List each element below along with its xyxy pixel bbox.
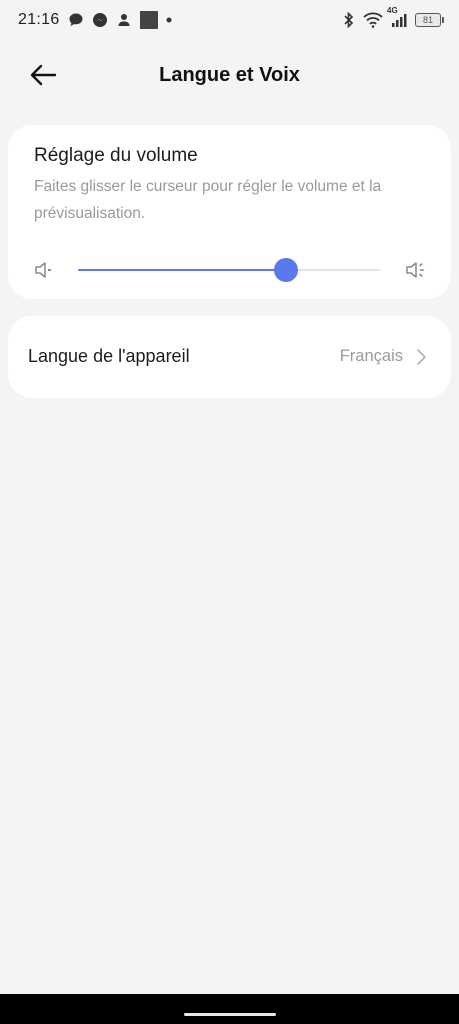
- screen: 21:16 4G 81 Langue et Voix Réglage du vo…: [0, 0, 459, 1024]
- battery-icon: 81: [415, 13, 444, 27]
- dot-icon: [166, 17, 172, 23]
- back-arrow-icon: [30, 64, 57, 86]
- battery-level: 81: [422, 15, 433, 25]
- chevron-right-icon: [417, 349, 426, 365]
- navigation-bar: [0, 994, 459, 1024]
- messenger-icon: [92, 12, 108, 28]
- status-bar: 21:16 4G 81: [0, 0, 459, 40]
- bluetooth-icon: [343, 11, 355, 29]
- home-indicator[interactable]: [184, 1013, 276, 1016]
- signal-icon: 4G: [387, 6, 407, 28]
- person-icon: [116, 12, 132, 28]
- volume-card: Réglage du volume Faites glisser le curs…: [8, 125, 451, 299]
- header: Langue et Voix: [0, 50, 459, 100]
- network-type: 4G: [387, 6, 398, 15]
- slider-fill: [78, 269, 287, 271]
- volume-title: Réglage du volume: [34, 145, 198, 166]
- device-language-value: Français: [339, 347, 403, 365]
- page-title: Langue et Voix: [159, 63, 300, 86]
- wifi-icon: [363, 12, 383, 28]
- status-right: 4G 81: [343, 6, 444, 29]
- volume-description: Faites glisser le curseur pour régler le…: [34, 178, 382, 222]
- chat-bubble-icon: [68, 12, 84, 28]
- device-language-label: Langue de l'appareil: [28, 346, 190, 366]
- slider-thumb[interactable]: [274, 258, 299, 282]
- volume-max-icon[interactable]: [405, 260, 429, 280]
- volume-min-icon[interactable]: [34, 260, 58, 280]
- square-app-icon: [139, 11, 158, 29]
- status-left: 21:16: [18, 11, 172, 29]
- status-time: 21:16: [18, 11, 60, 28]
- back-button[interactable]: [26, 58, 60, 92]
- volume-slider[interactable]: [78, 255, 380, 285]
- device-language-row[interactable]: Langue de l'appareil Français: [8, 316, 451, 398]
- volume-row: [34, 255, 429, 285]
